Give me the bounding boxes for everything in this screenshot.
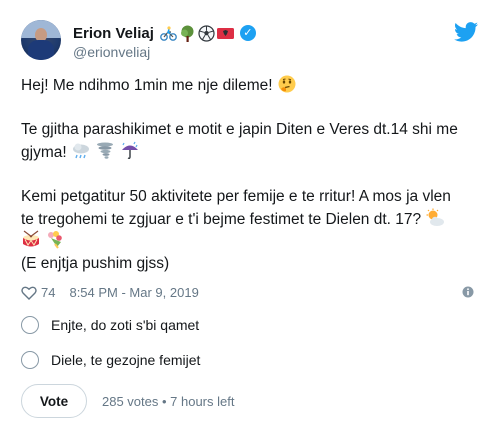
bouquet-icon bbox=[45, 230, 65, 250]
tweet-meta: 74 8:54 PM - Mar 9, 2019 bbox=[21, 285, 199, 300]
radio-button[interactable] bbox=[21, 351, 39, 369]
tweet-line-6: (E enjtja pushim gjss) bbox=[21, 255, 170, 272]
tweet-line-emojis bbox=[21, 230, 65, 253]
heart-icon[interactable] bbox=[21, 286, 37, 300]
author-name[interactable]: Erion Veliaj bbox=[73, 25, 154, 42]
poll-option-label: Diele, te gezojne femijet bbox=[51, 352, 201, 368]
tweet-line-2: Te gjitha parashikimet e motit e japin D… bbox=[21, 121, 458, 138]
author-handle[interactable]: @erionveliaj bbox=[73, 44, 150, 60]
twitter-bird-icon[interactable] bbox=[454, 22, 478, 42]
poll-option-2[interactable]: Diele, te gezojne femijet bbox=[21, 351, 200, 369]
name-emojis bbox=[159, 24, 234, 42]
tweet-line-3: gjyma! bbox=[21, 141, 140, 164]
umbrella-rain-icon bbox=[120, 141, 140, 161]
tweet-card: Erion Veliaj ✓ @erionveliaj Hej! Me ndih… bbox=[0, 0, 497, 427]
thinking-face-icon bbox=[277, 74, 297, 94]
tweet-line-5: te tregohemi te zgjuar e t'i bejme festi… bbox=[21, 208, 445, 231]
like-count[interactable]: 74 bbox=[41, 285, 55, 300]
info-icon[interactable] bbox=[462, 286, 474, 298]
tree-icon bbox=[179, 25, 196, 42]
verified-badge-icon: ✓ bbox=[239, 25, 256, 41]
poll-option-label: Enjte, do zoti s'bi qamet bbox=[51, 317, 200, 333]
poll-option-1[interactable]: Enjte, do zoti s'bi qamet bbox=[21, 316, 199, 334]
poll-info: 285 votes • 7 hours left bbox=[102, 394, 235, 409]
radio-button[interactable] bbox=[21, 316, 39, 334]
tweet-line-1: Hej! Me ndihmo 1min me nje dileme! bbox=[21, 74, 297, 97]
vote-button[interactable]: Vote bbox=[21, 384, 87, 418]
avatar[interactable] bbox=[21, 20, 61, 60]
timestamp[interactable]: 8:54 PM - Mar 9, 2019 bbox=[69, 285, 198, 300]
soccer-ball-icon bbox=[198, 24, 215, 42]
author-row: Erion Veliaj ✓ bbox=[73, 24, 256, 42]
cyclist-icon bbox=[159, 25, 177, 42]
tweet-line-4: Kemi petgatitur 50 aktivitete per femije… bbox=[21, 188, 451, 205]
albania-flag-icon bbox=[216, 25, 234, 42]
drum-icon bbox=[21, 230, 41, 250]
rain-cloud-icon bbox=[71, 141, 91, 161]
sun-behind-cloud-icon bbox=[425, 208, 445, 228]
tornado-icon bbox=[95, 141, 115, 161]
